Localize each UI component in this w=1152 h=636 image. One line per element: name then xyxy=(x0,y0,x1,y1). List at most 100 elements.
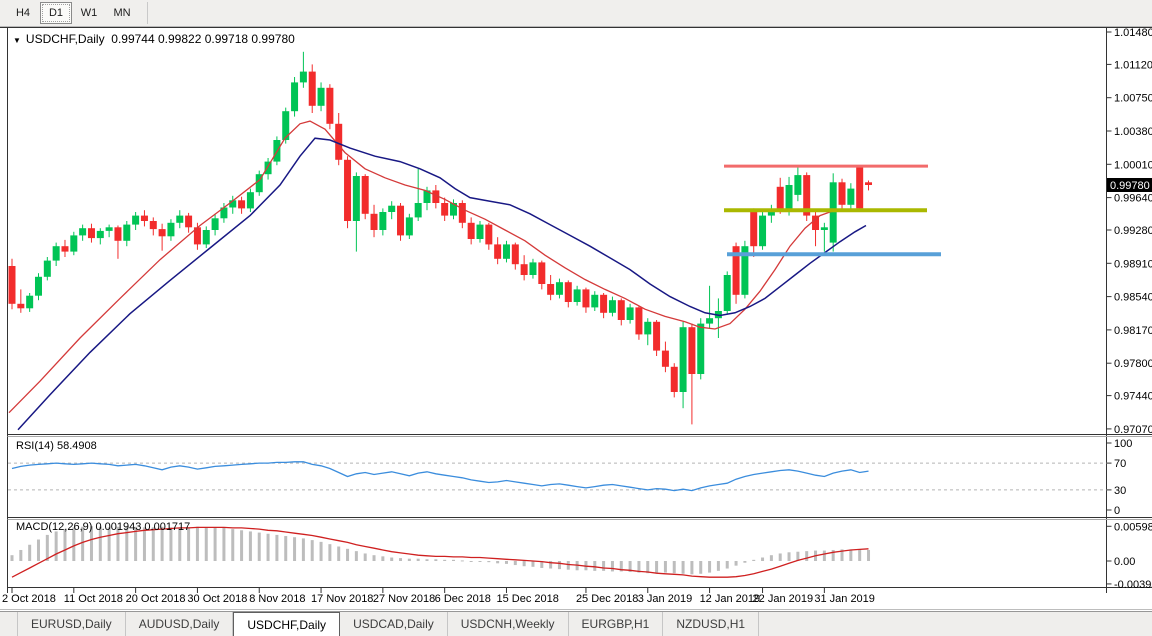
tab-nzdusd-h1[interactable]: NZDUSD,H1 xyxy=(663,612,759,636)
chart-symbol-label: USDCHF,Daily xyxy=(26,32,105,46)
date-axis-label: 6 Dec 2018 xyxy=(435,593,491,605)
macd-histogram-bar xyxy=(196,527,199,561)
macd-histogram-bar xyxy=(505,561,508,564)
candle-body xyxy=(591,295,598,308)
candle-body xyxy=(468,223,475,239)
candle-body xyxy=(671,367,678,392)
candle-body xyxy=(529,262,536,275)
candle-body xyxy=(238,200,245,208)
macd-histogram-bar xyxy=(337,547,340,562)
macd-histogram-bar xyxy=(770,555,773,561)
candle-body xyxy=(786,185,793,210)
candle-body xyxy=(26,296,33,309)
tab-usdchf-daily[interactable]: USDCHF,Daily xyxy=(233,612,340,636)
candle-body xyxy=(88,228,95,238)
candle-body xyxy=(459,203,466,223)
tf-button-d1[interactable]: D1 xyxy=(40,2,72,24)
price-axis-label: 0.97800 xyxy=(1114,358,1152,370)
candle-body xyxy=(856,166,863,208)
macd-histogram-bar xyxy=(496,561,499,563)
macd-histogram-bar xyxy=(673,561,676,573)
tab-usdcad-daily[interactable]: USDCAD,Daily xyxy=(340,612,448,636)
candle-body xyxy=(379,212,386,230)
macd-histogram-bar xyxy=(63,529,66,561)
symbol-dropdown-icon[interactable]: ▼ xyxy=(13,36,21,45)
macd-histogram-bar xyxy=(452,560,455,561)
candle-body xyxy=(371,214,378,230)
candle-body xyxy=(644,322,651,335)
tf-button-w1[interactable]: W1 xyxy=(73,2,105,24)
macd-histogram-bar xyxy=(699,561,702,574)
macd-histogram-bar xyxy=(655,561,658,573)
macd-histogram-bar xyxy=(735,561,738,566)
tab-usdcnh-weekly[interactable]: USDCNH,Weekly xyxy=(448,612,569,636)
candle-body xyxy=(521,264,528,275)
candle-body xyxy=(574,289,581,302)
price-axis-label: 0.98170 xyxy=(1114,325,1152,337)
candle-body xyxy=(44,261,51,277)
candle-body xyxy=(415,203,422,217)
macd-histogram-bar xyxy=(408,559,411,561)
price-axis-label: 1.00380 xyxy=(1114,126,1152,138)
candle-body xyxy=(697,324,704,374)
tab-eurgbp-h1[interactable]: EURGBP,H1 xyxy=(569,612,664,636)
macd-histogram-bar xyxy=(214,527,217,561)
date-axis-label: 3 Jan 2019 xyxy=(638,593,692,605)
tab-audusd-daily[interactable]: AUDUSD,Daily xyxy=(126,612,234,636)
macd-histogram-bar xyxy=(602,561,605,571)
macd-histogram-bar xyxy=(690,561,693,574)
candle-body xyxy=(777,187,784,210)
candle-body xyxy=(406,217,413,235)
macd-histogram-bar xyxy=(231,529,234,561)
candle-body xyxy=(547,284,554,295)
candle-body xyxy=(635,307,642,334)
candle-body xyxy=(565,282,572,302)
rsi-axis-label: 30 xyxy=(1114,485,1126,497)
candle-body xyxy=(132,216,139,225)
tab-eurusd-daily[interactable]: EURUSD,Daily xyxy=(17,612,126,636)
macd-histogram-bar xyxy=(611,561,614,571)
macd-histogram-bar xyxy=(717,561,720,571)
macd-histogram-bar xyxy=(267,534,270,561)
macd-histogram-bar xyxy=(523,561,526,566)
macd-histogram-bar xyxy=(240,530,243,561)
macd-histogram-bar xyxy=(426,559,429,561)
candle-body xyxy=(212,218,219,230)
tf-button-mn[interactable]: MN xyxy=(106,2,138,24)
candle-body xyxy=(35,277,42,296)
candle-body xyxy=(485,225,492,245)
macd-histogram-bar xyxy=(19,550,22,561)
tf-button-h4[interactable]: H4 xyxy=(7,2,39,24)
macd-histogram-bar xyxy=(443,560,446,561)
candle-body xyxy=(247,192,254,208)
macd-histogram-bar xyxy=(867,550,870,561)
macd-histogram-bar xyxy=(823,551,826,561)
candle-body xyxy=(353,176,360,221)
macd-histogram-bar xyxy=(328,544,331,561)
macd-histogram-bar xyxy=(743,561,746,563)
date-axis-label: 15 Dec 2018 xyxy=(496,593,558,605)
macd-histogram-bar xyxy=(593,561,596,571)
candle-body xyxy=(865,182,872,185)
candle-body xyxy=(123,225,130,241)
price-axis-label: 0.98540 xyxy=(1114,292,1152,304)
candle-body xyxy=(512,244,519,264)
date-axis-label: 17 Nov 2018 xyxy=(311,593,373,605)
candle-body xyxy=(538,262,545,284)
macd-histogram-bar xyxy=(258,533,261,561)
candle-body xyxy=(830,182,837,242)
macd-histogram-bar xyxy=(275,535,278,561)
toolbar-separator xyxy=(147,2,148,24)
current-price-label: 0.99780 xyxy=(1110,180,1150,192)
macd-histogram-bar xyxy=(381,556,384,561)
macd-histogram-bar xyxy=(346,549,349,561)
macd-histogram-bar xyxy=(478,561,481,562)
chart-title: ▼USDCHF,Daily 0.99744 0.99822 0.99718 0.… xyxy=(13,32,295,46)
chart-area[interactable]: 1.014801.011201.007501.003801.000100.996… xyxy=(0,0,1152,636)
price-axis-label: 1.01120 xyxy=(1114,59,1152,71)
price-axis-label: 1.00010 xyxy=(1114,159,1152,171)
date-axis-label: 12 Jan 2019 xyxy=(700,593,761,605)
macd-histogram-bar xyxy=(461,560,464,561)
candle-body xyxy=(441,203,448,216)
candle-body xyxy=(326,88,333,124)
